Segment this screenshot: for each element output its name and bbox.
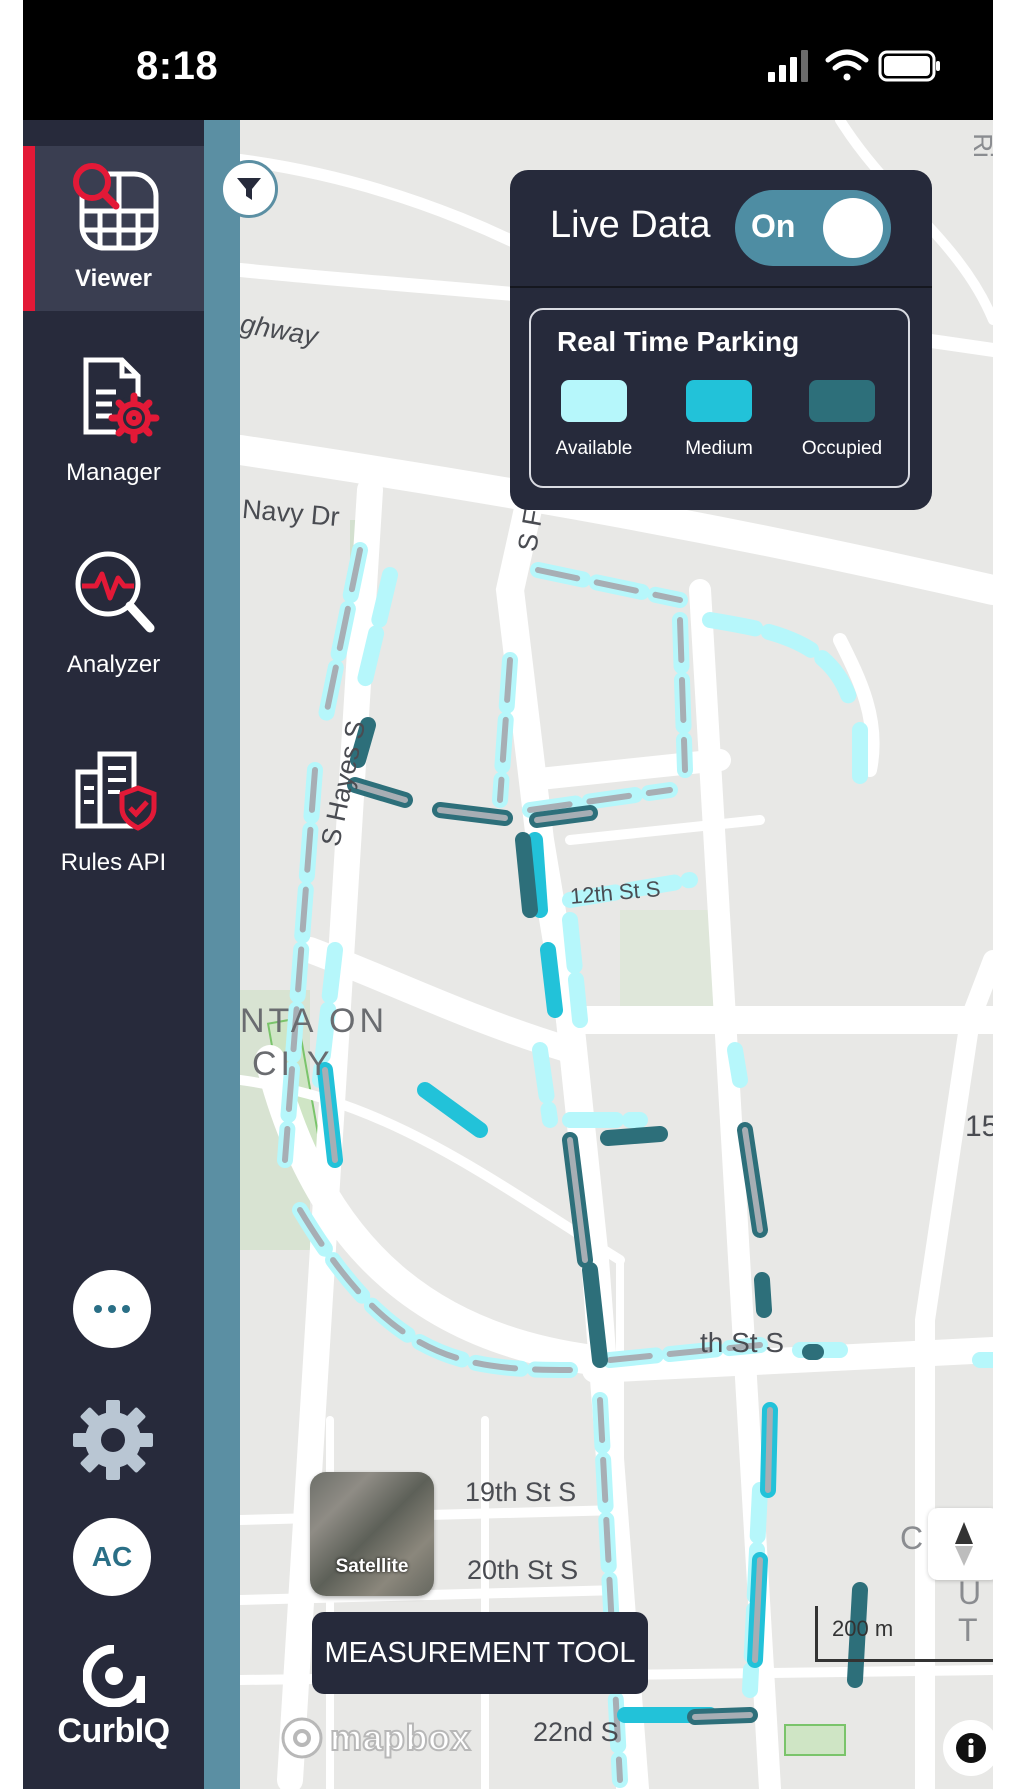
sidebar-nav: Viewer Manager Analyzer Rules API AC Cur…: [23, 120, 204, 1789]
map-scale-bar: 200 m: [815, 1606, 993, 1662]
live-data-toggle[interactable]: On: [735, 190, 891, 266]
sidebar-item-viewer[interactable]: Viewer: [23, 146, 204, 311]
more-dots-icon: [94, 1305, 130, 1313]
sidebar-item-label: Viewer: [75, 265, 152, 292]
live-data-title: Live Data: [550, 204, 711, 246]
map-label-19th-st: 19th St S: [465, 1477, 577, 1507]
brand-logo: CurbIQ: [23, 1644, 204, 1751]
wifi-icon: [825, 49, 869, 81]
scale-label: 200 m: [832, 1616, 894, 1641]
map-label-20th-st: 20th St S: [467, 1555, 579, 1585]
signal-icon: [768, 50, 808, 82]
map-info-button[interactable]: [943, 1720, 993, 1776]
map-label-22nd-st: 22nd S: [533, 1717, 619, 1747]
legend-swatch-medium: [686, 380, 752, 422]
app-frame: 8:18 ghway Navy Dr S F S Hayes S 12th St…: [23, 0, 993, 1789]
measurement-tool-button[interactable]: MEASUREMENT TOOL: [312, 1612, 648, 1694]
brand-name: CurbIQ: [57, 1712, 170, 1750]
status-bar: 8:18: [23, 0, 993, 120]
panel-collapse-strip[interactable]: [204, 120, 240, 1789]
compass-button[interactable]: [928, 1508, 993, 1580]
battery-icon: [878, 50, 940, 82]
sidebar-item-label: Rules API: [60, 849, 167, 876]
sidebar-item-label: Analyzer: [66, 651, 161, 678]
map-label-edge-ri: Ri: [967, 133, 993, 158]
more-button[interactable]: [73, 1270, 151, 1348]
legend-label-occupied: Occupied: [801, 438, 883, 459]
filter-button[interactable]: [220, 160, 278, 218]
magnifier-pulse-icon: [64, 544, 164, 645]
map-label-edge-15: 15: [965, 1110, 993, 1143]
info-icon: [956, 1733, 986, 1763]
map-label-edge-ct: C: [900, 1520, 924, 1556]
avatar-initials: AC: [91, 1541, 133, 1572]
status-icons: [768, 46, 943, 91]
panel-divider: [510, 286, 932, 288]
toggle-state-text: On: [751, 208, 796, 244]
mapbox-attribution[interactable]: mapbox: [280, 1716, 472, 1760]
settings-button[interactable]: [71, 1398, 155, 1487]
legend-label-medium: Medium: [685, 438, 753, 459]
buildings-shield-icon: [64, 742, 164, 843]
gear-icon: [73, 1400, 153, 1480]
sidebar-item-manager[interactable]: Manager: [23, 340, 204, 505]
map-label-nation-2: CI Y: [252, 1045, 334, 1083]
legend-title: Real Time Parking: [557, 326, 800, 357]
map-label-partial-mid: th St S: [700, 1327, 785, 1358]
status-time: 8:18: [136, 44, 219, 88]
satellite-toggle-button[interactable]: Satellite: [310, 1472, 434, 1596]
map-label-nation-1: NTA ON: [240, 1002, 389, 1040]
satellite-label: Satellite: [335, 1556, 409, 1577]
sidebar-item-rules-api[interactable]: Rules API: [23, 730, 204, 895]
mapbox-logo-icon: [281, 1717, 323, 1759]
toggle-knob: [823, 198, 883, 258]
live-data-panel: Live Data On Real Time Parking Available…: [510, 170, 932, 510]
curbiq-logo-icon: [82, 1644, 145, 1708]
legend-swatch-occupied: [809, 380, 875, 422]
document-gear-icon: [64, 352, 164, 453]
legend-label-available: Available: [555, 438, 633, 459]
sidebar-item-analyzer[interactable]: Analyzer: [23, 532, 204, 697]
avatar[interactable]: AC: [73, 1518, 151, 1596]
mapbox-wordmark: mapbox: [329, 1716, 472, 1759]
compass-icon: [955, 1522, 973, 1566]
filter-icon: [237, 178, 261, 200]
viewer-grid-search-icon: [64, 158, 164, 259]
sidebar-item-label: Manager: [66, 459, 161, 486]
parking-legend: Real Time Parking Available Medium Occup…: [529, 308, 910, 488]
legend-swatch-available: [561, 380, 627, 422]
